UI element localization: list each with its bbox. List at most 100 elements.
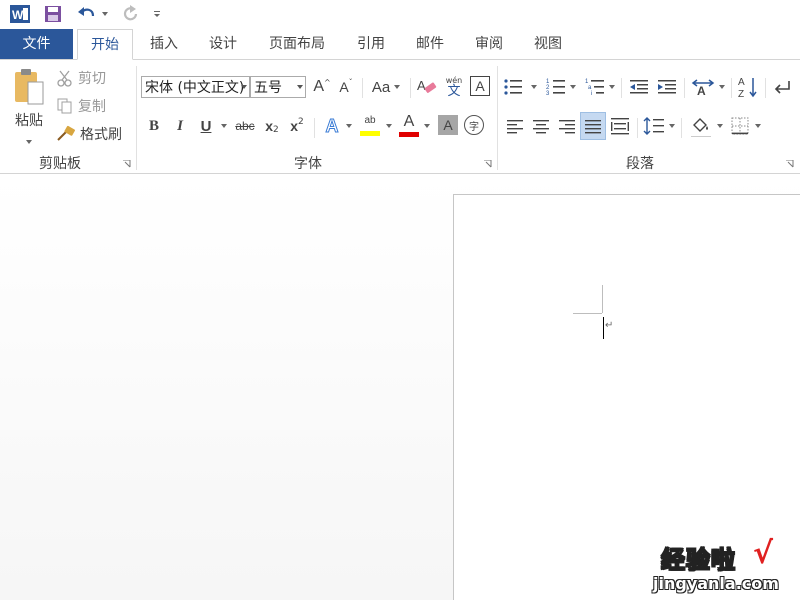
undo-icon[interactable] — [76, 3, 98, 25]
justify-button[interactable] — [580, 112, 606, 140]
align-left-button[interactable] — [503, 115, 527, 137]
group-separator — [497, 66, 498, 170]
align-center-button[interactable] — [529, 115, 553, 137]
paste-button[interactable]: 粘贴 — [6, 66, 52, 152]
format-painter-button[interactable]: 格式刷 — [56, 123, 128, 145]
tab-design[interactable]: 设计 — [196, 29, 250, 59]
borders-dropdown-icon[interactable] — [755, 124, 761, 128]
distributed-button[interactable] — [608, 115, 632, 137]
text-cursor — [603, 317, 604, 339]
justify-icon — [585, 120, 601, 134]
enclose-characters-button[interactable]: 字 — [464, 115, 484, 135]
clear-formatting-button[interactable]: A — [415, 76, 439, 98]
divider — [765, 78, 766, 98]
borders-icon — [731, 117, 749, 135]
strikethrough-button[interactable]: abc — [232, 115, 258, 137]
chinese-layout-button[interactable]: A — [689, 76, 717, 98]
align-right-button[interactable] — [555, 115, 579, 137]
shading-dropdown-icon[interactable] — [717, 124, 723, 128]
shrink-font-button[interactable]: A ˇ — [336, 76, 356, 98]
line-spacing-dropdown-icon[interactable] — [669, 124, 675, 128]
bold-button[interactable]: B — [144, 115, 164, 137]
svg-text:A: A — [738, 77, 745, 88]
redo-icon[interactable] — [121, 3, 141, 25]
font-launcher-icon[interactable] — [484, 160, 492, 168]
svg-text:A: A — [417, 78, 426, 93]
underline-dropdown-icon[interactable] — [221, 124, 227, 128]
change-case-button[interactable]: Aa — [368, 76, 404, 98]
word-icon[interactable]: W — [8, 3, 32, 25]
tab-view[interactable]: 视图 — [521, 29, 575, 59]
borders-button[interactable] — [729, 115, 751, 137]
save-icon[interactable] — [43, 3, 63, 25]
cut-button[interactable]: 剪切 — [56, 67, 126, 89]
chinese-layout-dropdown-icon[interactable] — [719, 85, 725, 89]
paragraph-launcher-icon[interactable] — [786, 160, 794, 168]
bullets-dropdown-icon[interactable] — [531, 85, 537, 89]
multilevel-dropdown-icon[interactable] — [609, 85, 615, 89]
character-shading-button[interactable]: A — [438, 115, 458, 135]
grow-font-button[interactable]: A ^ — [312, 76, 332, 98]
svg-text:i: i — [591, 91, 592, 96]
bullets-button[interactable] — [503, 76, 531, 98]
shading-button[interactable] — [688, 113, 714, 139]
copy-button[interactable]: 复制 — [56, 95, 126, 117]
format-painter-icon — [57, 125, 75, 141]
clipboard-group-label: 剪贴板 — [39, 156, 81, 172]
sort-button[interactable]: A Z — [736, 74, 760, 100]
highlight-dropdown-icon[interactable] — [386, 124, 392, 128]
line-spacing-icon — [643, 117, 664, 135]
tab-review[interactable]: 审阅 — [462, 29, 516, 59]
phonetic-guide-button[interactable]: wén 文 — [442, 74, 466, 100]
divider — [731, 78, 732, 98]
font-size-combo[interactable]: 五号 — [250, 76, 306, 98]
font-color-button[interactable]: A — [397, 112, 421, 138]
divider — [681, 118, 682, 138]
font-color-dropdown-icon[interactable] — [424, 124, 430, 128]
tab-mailings[interactable]: 邮件 — [403, 29, 457, 59]
watermark-title: 经验啦 — [661, 546, 736, 575]
phonetic-bottom: 文 — [447, 83, 461, 99]
font-name-combo[interactable]: 宋体 (中文正文) — [141, 76, 250, 98]
paste-dropdown-icon[interactable] — [26, 140, 32, 144]
multilevel-list-button[interactable]: 1 a i — [582, 76, 608, 98]
tab-home[interactable]: 开始 — [77, 29, 133, 60]
character-border-button[interactable]: A — [470, 76, 490, 96]
paragraph-mark-icon — [774, 81, 790, 94]
highlight-button[interactable]: ab — [357, 112, 383, 138]
show-marks-button[interactable] — [770, 76, 794, 98]
line-spacing-button[interactable] — [642, 115, 666, 137]
text-effects-button[interactable]: A — [320, 114, 344, 138]
strikethrough-icon: abc — [235, 119, 255, 133]
subscript-digit: 2 — [273, 125, 279, 135]
subscript-button[interactable]: x 2 — [261, 115, 283, 137]
italic-button[interactable]: I — [170, 115, 190, 137]
distributed-icon — [611, 118, 629, 135]
font-group-label: 字体 — [294, 156, 322, 172]
clipboard-launcher-icon[interactable] — [123, 160, 131, 168]
eraser-icon: A — [417, 78, 437, 93]
text-effects-dropdown-icon[interactable] — [346, 124, 352, 128]
numbering-button[interactable]: 1 2 3 — [543, 76, 569, 98]
paste-icon — [15, 69, 44, 105]
tab-page-layout[interactable]: 页面布局 — [256, 29, 338, 59]
align-left-icon — [507, 120, 523, 134]
underline-button[interactable]: U — [196, 115, 216, 137]
undo-dropdown-icon[interactable] — [100, 3, 110, 25]
decrease-indent-icon — [630, 80, 648, 94]
increase-indent-button[interactable] — [655, 76, 679, 98]
decrease-indent-button[interactable] — [627, 76, 651, 98]
superscript-icon: x — [290, 118, 299, 134]
divider — [621, 78, 622, 98]
tab-insert[interactable]: 插入 — [137, 29, 191, 59]
superscript-button[interactable]: x 2 — [286, 115, 308, 137]
numbering-dropdown-icon[interactable] — [570, 85, 576, 89]
bold-icon: B — [148, 117, 159, 134]
underline-icon: U — [200, 117, 212, 135]
tab-file[interactable]: 文件 — [0, 29, 73, 59]
character-shading-icon: A — [443, 117, 453, 133]
change-case-icon: Aa — [371, 78, 391, 96]
customize-qat-icon[interactable] — [151, 3, 163, 25]
superscript-digit: 2 — [298, 117, 304, 127]
tab-references[interactable]: 引用 — [344, 29, 398, 59]
